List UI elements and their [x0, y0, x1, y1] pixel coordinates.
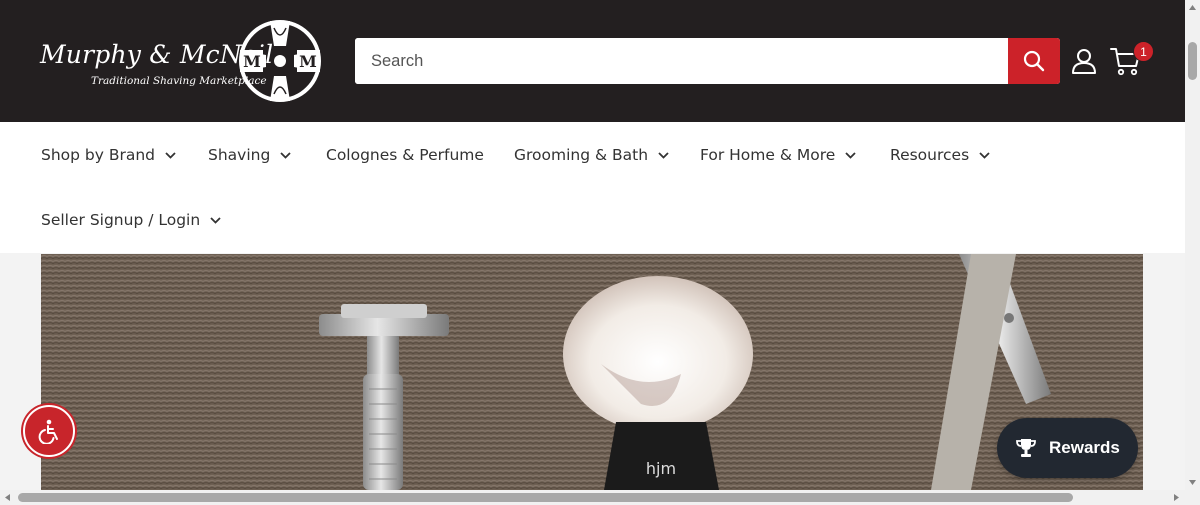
chevron-down-icon — [658, 151, 669, 159]
search-button[interactable] — [1008, 38, 1060, 84]
wheelchair-icon — [38, 419, 58, 444]
scroll-down-arrow-icon[interactable] — [1188, 478, 1197, 487]
chevron-down-icon — [979, 151, 990, 159]
site-logo[interactable]: Murphy & McNeil Traditional Shaving Mark… — [40, 18, 322, 104]
trophy-icon — [1016, 439, 1036, 457]
cart-count-badge: 1 — [1133, 41, 1154, 62]
brush-logo-text: hjm — [646, 459, 676, 478]
rewards-launcher-button[interactable]: Rewards — [997, 418, 1138, 478]
logo-celtic-cross: M M — [239, 20, 321, 102]
rewards-label: Rewards — [1049, 438, 1120, 457]
chevron-down-icon — [280, 151, 291, 159]
nav-item-for-home-more[interactable]: For Home & More — [700, 146, 856, 164]
chevron-down-icon — [845, 151, 856, 159]
nav-item-seller-signup-login[interactable]: Seller Signup / Login — [41, 211, 221, 229]
search-input[interactable] — [355, 38, 1008, 84]
hero-banner-image[interactable]: hjm — [41, 254, 1143, 490]
nav-item-label: For Home & More — [700, 146, 836, 164]
nav-item-label: Shaving — [208, 146, 271, 164]
accessibility-button[interactable] — [23, 405, 75, 457]
nav-item-resources[interactable]: Resources — [890, 146, 990, 164]
scroll-right-arrow-icon[interactable] — [1172, 493, 1181, 502]
nav-item-label: Seller Signup / Login — [41, 211, 201, 229]
account-icon[interactable] — [1070, 47, 1098, 75]
search-icon — [1023, 50, 1045, 72]
chevron-down-icon — [165, 151, 176, 159]
hero-shaving-photo: hjm — [41, 254, 1143, 490]
nav-item-grooming-bath[interactable]: Grooming & Bath — [514, 146, 669, 164]
search-bar — [355, 38, 1060, 84]
scroll-up-arrow-icon[interactable] — [1188, 3, 1197, 12]
nav-item-label: Grooming & Bath — [514, 146, 649, 164]
nav-item-label: Shop by Brand — [41, 146, 156, 164]
scroll-left-arrow-icon[interactable] — [3, 493, 12, 502]
page: Murphy & McNeil Traditional Shaving Mark… — [0, 0, 1200, 505]
vertical-scrollbar-thumb[interactable] — [1188, 42, 1197, 80]
svg-text:M: M — [299, 52, 317, 71]
nav-item-shaving[interactable]: Shaving — [208, 146, 291, 164]
site-header: Murphy & McNeil Traditional Shaving Mark… — [0, 0, 1185, 122]
horizontal-scrollbar-thumb[interactable] — [18, 493, 1073, 502]
scrollbar-corner — [1185, 490, 1200, 505]
nav-item-colognes-perfume[interactable]: Colognes & Perfume — [326, 146, 484, 164]
main-nav: Shop by Brand Shaving Colognes & Perfume… — [0, 122, 1185, 253]
nav-item-label: Resources — [890, 146, 970, 164]
svg-text:M: M — [243, 52, 261, 71]
nav-item-label: Colognes & Perfume — [326, 146, 484, 164]
nav-item-shop-by-brand[interactable]: Shop by Brand — [41, 146, 176, 164]
chevron-down-icon — [210, 216, 221, 224]
